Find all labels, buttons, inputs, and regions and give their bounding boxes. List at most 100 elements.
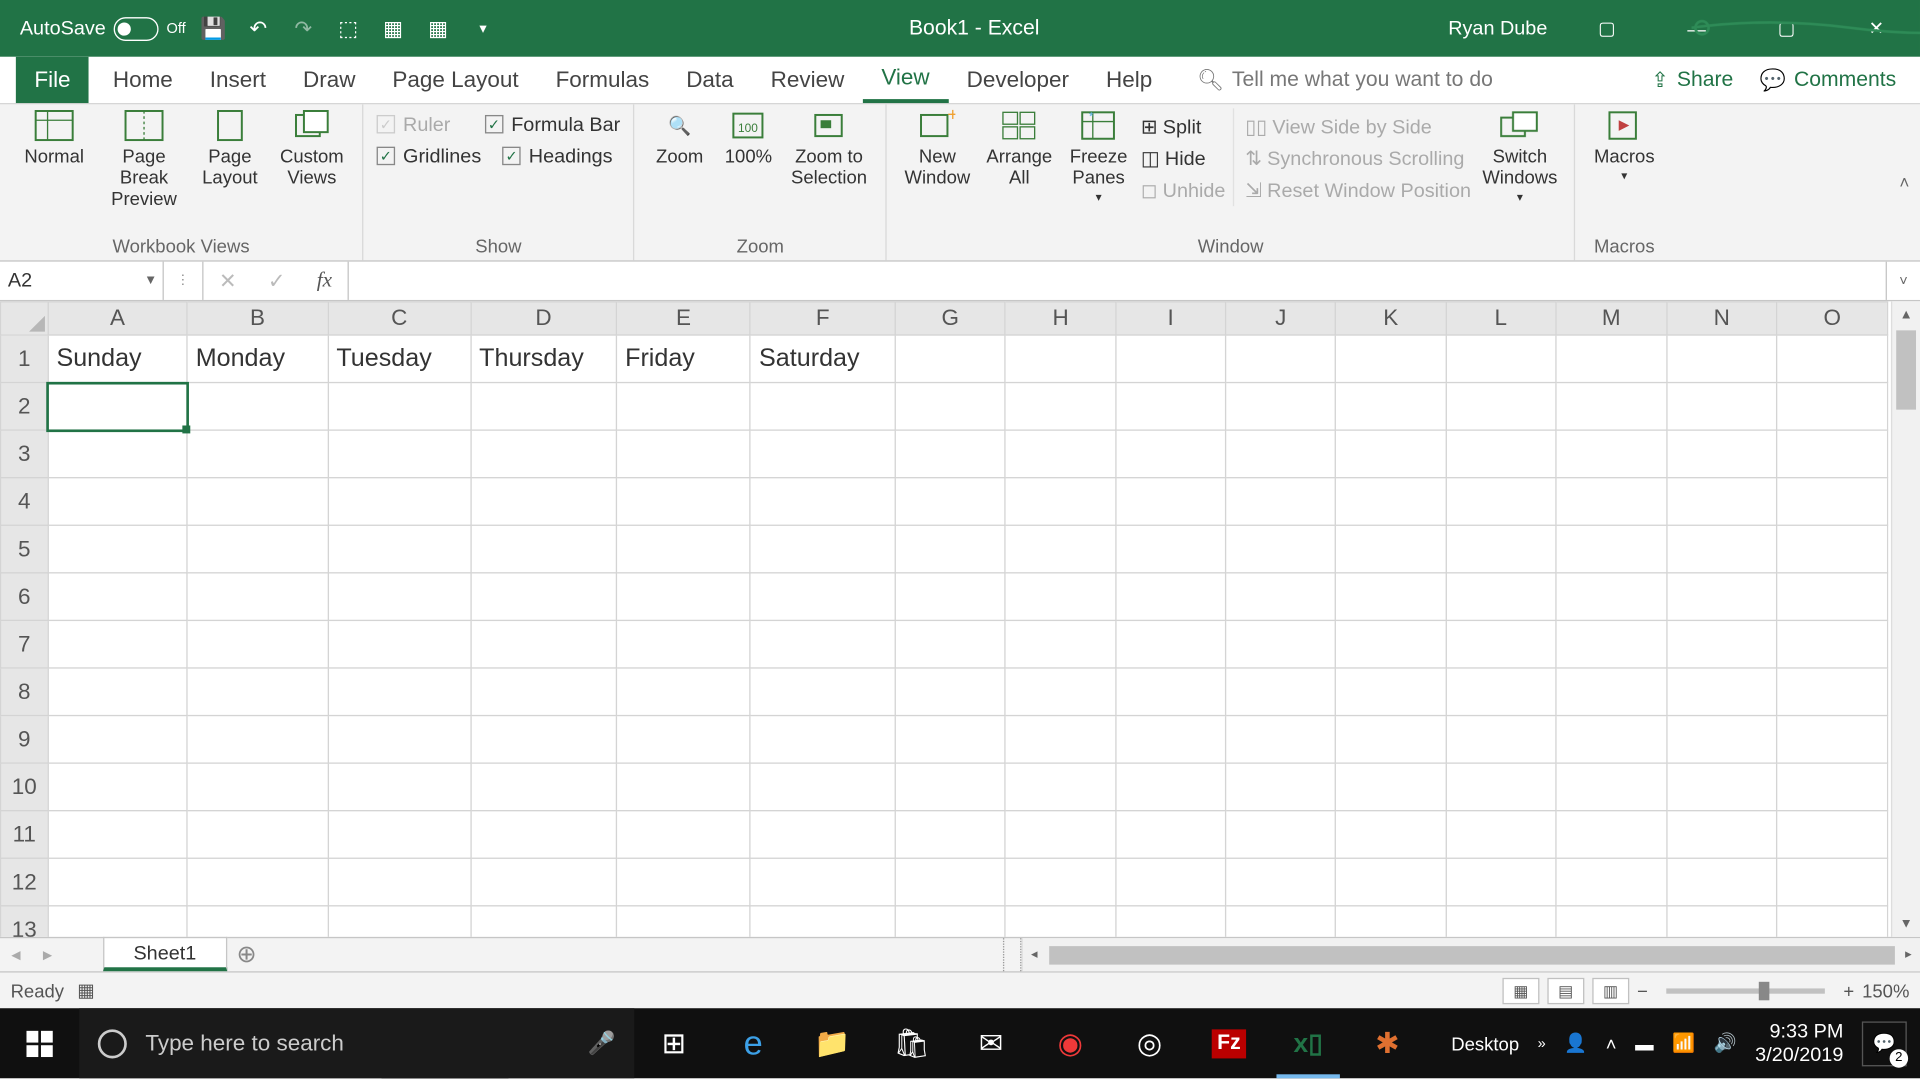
cell[interactable]	[1336, 383, 1446, 431]
switch-windows-button[interactable]: Switch Windows▾	[1479, 108, 1561, 204]
page-layout-button[interactable]: Page Layout	[193, 108, 267, 188]
user-name[interactable]: Ryan Dube	[1448, 17, 1547, 39]
cell[interactable]	[187, 573, 328, 621]
macro-recorder-icon[interactable]: ▦	[77, 979, 94, 1001]
headings-checkbox[interactable]: ✓Headings	[502, 140, 612, 172]
normal-view-button[interactable]: Normal	[13, 108, 95, 166]
cell[interactable]	[328, 858, 471, 906]
cell[interactable]	[895, 525, 1006, 573]
cell[interactable]	[48, 906, 187, 937]
taskbar-app-excel[interactable]: x▯	[1269, 1008, 1348, 1078]
cell[interactable]	[1556, 478, 1667, 526]
cell[interactable]	[1006, 383, 1116, 431]
cell[interactable]	[750, 525, 895, 573]
column-header[interactable]: I	[1116, 302, 1226, 335]
cell[interactable]	[1006, 525, 1116, 573]
cell[interactable]: Monday	[187, 335, 328, 383]
cell[interactable]	[328, 716, 471, 764]
cell[interactable]	[1556, 573, 1667, 621]
cell[interactable]	[750, 620, 895, 668]
cell[interactable]	[895, 478, 1006, 526]
taskbar-app-edge[interactable]: e	[714, 1008, 793, 1078]
cell[interactable]	[48, 811, 187, 859]
quick-access-item-icon[interactable]: ▦	[376, 11, 410, 45]
cell[interactable]	[1006, 478, 1116, 526]
cell[interactable]	[895, 430, 1006, 478]
row-header[interactable]: 13	[1, 906, 48, 937]
cell[interactable]	[1777, 478, 1888, 526]
cell[interactable]	[1336, 811, 1446, 859]
cell[interactable]	[1446, 335, 1556, 383]
cell[interactable]	[328, 811, 471, 859]
cell[interactable]	[1116, 383, 1226, 431]
cell[interactable]	[1777, 430, 1888, 478]
battery-icon[interactable]: ▬	[1635, 1033, 1653, 1054]
quick-access-item-icon[interactable]: ▦	[421, 11, 455, 45]
cell[interactable]	[471, 763, 617, 811]
row-header[interactable]: 8	[1, 668, 48, 716]
cell[interactable]	[1777, 620, 1888, 668]
cell[interactable]	[187, 668, 328, 716]
cell[interactable]	[471, 620, 617, 668]
cell[interactable]	[1116, 716, 1226, 764]
tab-draw[interactable]: Draw	[284, 57, 373, 103]
tab-help[interactable]: Help	[1088, 57, 1171, 103]
zoom-out-button[interactable]: −	[1637, 980, 1648, 1001]
cell[interactable]	[1116, 335, 1226, 383]
cell[interactable]	[471, 478, 617, 526]
people-icon[interactable]: 👤	[1564, 1032, 1587, 1054]
cell[interactable]	[617, 716, 751, 764]
scroll-down-icon[interactable]: ▼	[1892, 910, 1920, 936]
cell[interactable]	[187, 763, 328, 811]
freeze-panes-button[interactable]: *Freeze Panes▾	[1064, 108, 1133, 204]
cell[interactable]	[1556, 430, 1667, 478]
cell[interactable]	[1667, 668, 1777, 716]
cell[interactable]	[48, 716, 187, 764]
cell[interactable]: Thursday	[471, 335, 617, 383]
cell[interactable]	[617, 525, 751, 573]
zoom-button[interactable]: 🔍Zoom	[648, 108, 711, 166]
cell[interactable]	[328, 573, 471, 621]
cell[interactable]	[1667, 763, 1777, 811]
custom-views-button[interactable]: Custom Views	[275, 108, 349, 188]
cell[interactable]	[1006, 763, 1116, 811]
cell[interactable]	[617, 668, 751, 716]
cell[interactable]	[328, 430, 471, 478]
volume-icon[interactable]: 🔊	[1714, 1032, 1737, 1054]
taskbar-app-filezilla[interactable]: Fz	[1189, 1008, 1268, 1078]
cell[interactable]	[1777, 383, 1888, 431]
cell[interactable]	[617, 430, 751, 478]
cell[interactable]	[1777, 668, 1888, 716]
zoom-slider[interactable]	[1666, 988, 1825, 993]
cell[interactable]	[750, 811, 895, 859]
cell[interactable]	[1116, 430, 1226, 478]
cell[interactable]	[48, 573, 187, 621]
cell[interactable]	[1446, 811, 1556, 859]
cell[interactable]	[1667, 478, 1777, 526]
cell[interactable]	[1006, 811, 1116, 859]
cell[interactable]	[1116, 668, 1226, 716]
cell[interactable]	[1116, 763, 1226, 811]
cell[interactable]	[1336, 335, 1446, 383]
row-header[interactable]: 12	[1, 858, 48, 906]
collapse-ribbon-icon[interactable]: ˄	[1899, 172, 1909, 192]
cell[interactable]	[1116, 620, 1226, 668]
cell[interactable]	[1446, 668, 1556, 716]
cell[interactable]	[1556, 763, 1667, 811]
cell[interactable]	[1446, 763, 1556, 811]
start-button[interactable]	[0, 1008, 79, 1078]
cell[interactable]	[1446, 716, 1556, 764]
cell[interactable]	[1336, 668, 1446, 716]
cell[interactable]	[328, 763, 471, 811]
column-header[interactable]: E	[617, 302, 751, 335]
vertical-scrollbar[interactable]: ▲ ▼	[1891, 301, 1920, 937]
cell[interactable]	[1446, 430, 1556, 478]
cell[interactable]	[48, 668, 187, 716]
cell[interactable]	[1006, 573, 1116, 621]
ribbon-display-options-icon[interactable]: ▢	[1569, 0, 1646, 57]
cell[interactable]	[1116, 525, 1226, 573]
zoom-100-button[interactable]: 100100%	[719, 108, 777, 166]
action-center-icon[interactable]: 💬 2	[1862, 1021, 1907, 1066]
cell[interactable]	[750, 478, 895, 526]
cell[interactable]	[1777, 906, 1888, 937]
